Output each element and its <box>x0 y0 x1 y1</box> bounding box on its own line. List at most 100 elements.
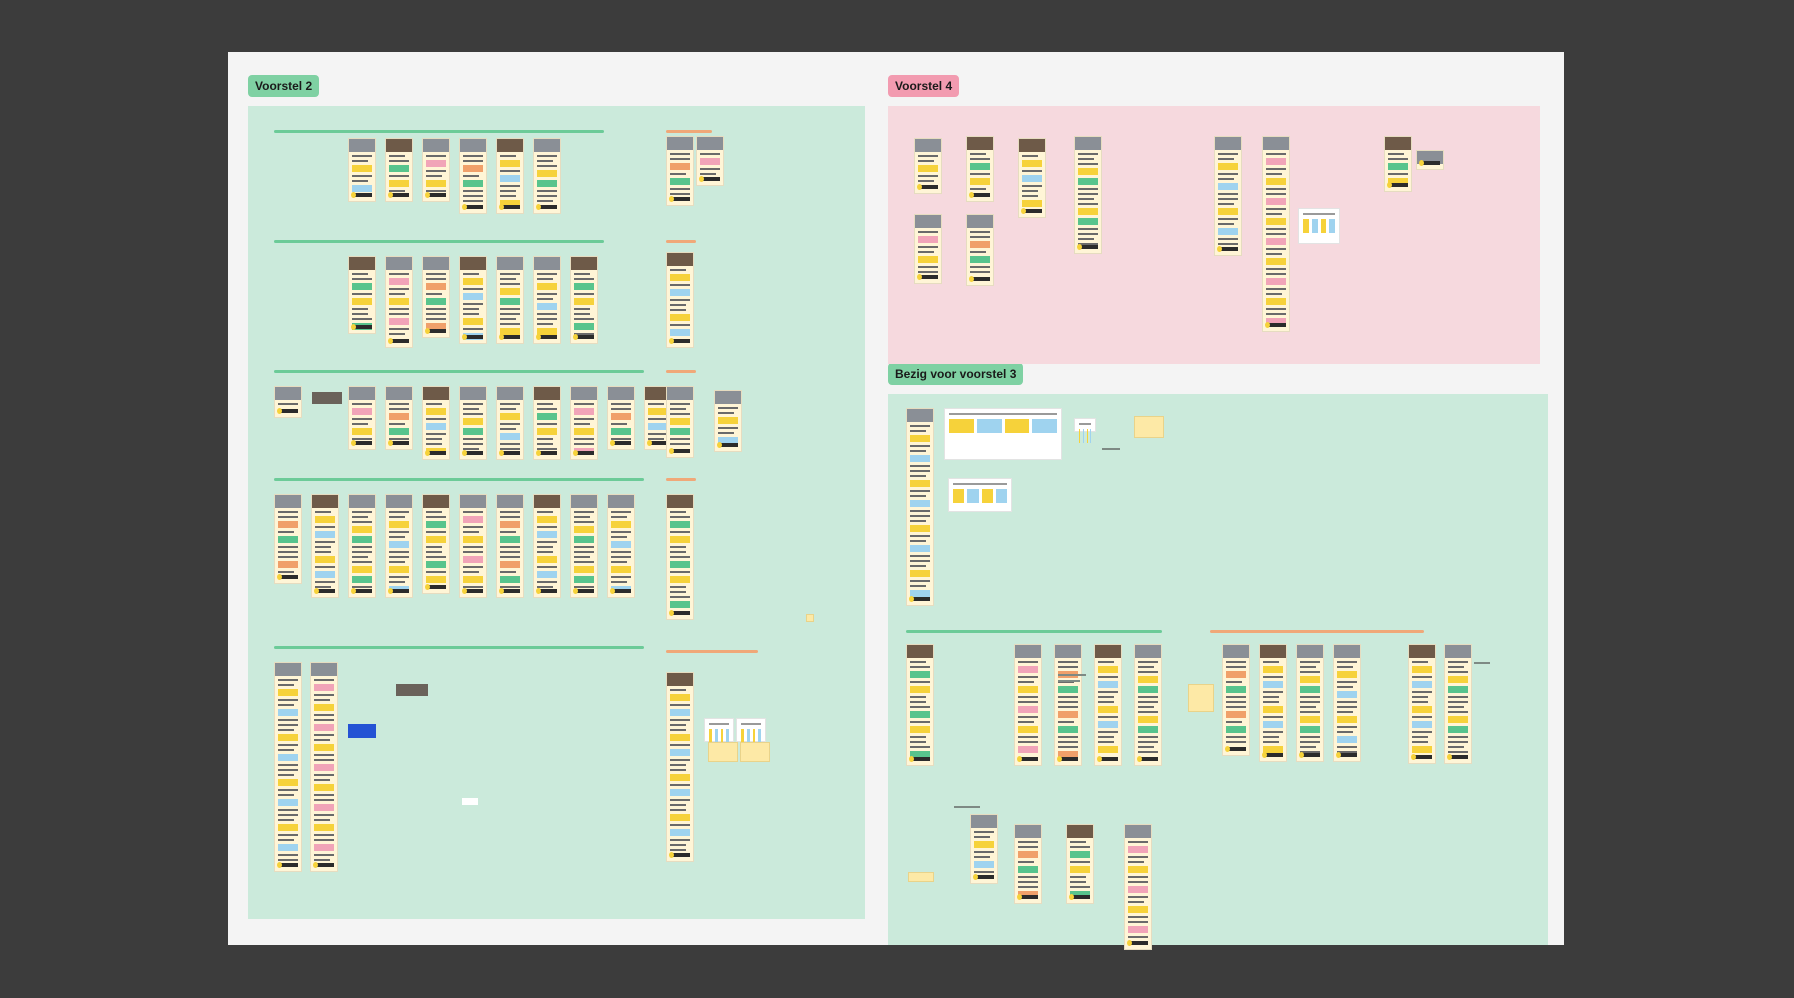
content-block <box>500 576 520 583</box>
screen-frame[interactable] <box>966 214 994 286</box>
screen-frame[interactable] <box>1296 644 1324 762</box>
screen-frame[interactable] <box>607 386 635 450</box>
component-card[interactable] <box>736 718 766 743</box>
screen-frame[interactable] <box>666 136 694 206</box>
screen-frame[interactable] <box>459 256 487 344</box>
screen-frame[interactable] <box>666 494 694 620</box>
screen-frame[interactable] <box>348 386 376 450</box>
screen-frame[interactable] <box>1134 644 1162 766</box>
screen-frame[interactable] <box>385 138 413 202</box>
screen-frame[interactable] <box>906 408 934 606</box>
sticky-note[interactable] <box>908 872 934 882</box>
screen-frame[interactable] <box>570 494 598 598</box>
screen-frame[interactable] <box>1014 824 1042 904</box>
screen-frame[interactable] <box>422 256 450 338</box>
highlight-block[interactable] <box>348 724 376 738</box>
screen-frame[interactable] <box>274 662 302 872</box>
screen-frame[interactable] <box>422 138 450 202</box>
screen-frame[interactable] <box>1066 824 1094 904</box>
screen-frame[interactable] <box>311 494 339 598</box>
hero-image <box>460 495 486 508</box>
image-thumbnail[interactable] <box>396 684 428 696</box>
screen-frame[interactable] <box>1054 644 1082 766</box>
screen-frame[interactable] <box>666 252 694 348</box>
sticky-note[interactable] <box>740 742 770 762</box>
screen-frame[interactable] <box>1018 138 1046 218</box>
screen-frame[interactable] <box>496 256 524 344</box>
component-card[interactable] <box>944 408 1062 460</box>
content-block <box>463 536 483 543</box>
section-tag-voorstel-2[interactable]: Voorstel 2 <box>248 75 320 97</box>
screen-frame[interactable] <box>966 136 994 202</box>
component-card[interactable] <box>948 478 1012 512</box>
screen-frame[interactable] <box>1333 644 1361 762</box>
component-card[interactable] <box>704 718 734 743</box>
section-voorstel-4[interactable] <box>888 106 1540 364</box>
screen-frame[interactable] <box>533 494 561 598</box>
screen-frame[interactable] <box>1124 824 1152 950</box>
screen-frame[interactable] <box>274 494 302 584</box>
screen-frame[interactable] <box>914 214 942 284</box>
screen-frame[interactable] <box>666 672 694 862</box>
screen-frame[interactable] <box>570 386 598 460</box>
section-tag-bezig-voorstel-3[interactable]: Bezig voor voorstel 3 <box>888 363 1024 385</box>
brand-logo-icon <box>499 334 520 340</box>
screen-frame[interactable] <box>666 386 694 458</box>
screen-frame[interactable] <box>1384 136 1412 192</box>
screen-frame[interactable] <box>274 386 302 418</box>
screen-frame[interactable] <box>1014 644 1042 766</box>
screen-frame[interactable] <box>459 494 487 598</box>
image-thumbnail[interactable] <box>312 392 342 404</box>
screen-frame[interactable] <box>533 138 561 214</box>
text-label-block[interactable] <box>462 798 478 805</box>
screen-frame[interactable] <box>459 386 487 460</box>
screen-frame[interactable] <box>496 138 524 214</box>
screen-frame[interactable] <box>422 386 450 460</box>
screen-frame[interactable] <box>1259 644 1287 762</box>
sticky-note[interactable] <box>708 742 738 762</box>
screen-frame[interactable] <box>714 390 742 452</box>
content-block <box>1218 228 1238 235</box>
content-block <box>970 236 990 238</box>
screen-frame[interactable] <box>1214 136 1242 256</box>
screen-frame[interactable] <box>533 386 561 460</box>
screen-frame[interactable] <box>348 494 376 598</box>
screen-frame[interactable] <box>570 256 598 344</box>
screen-frame[interactable] <box>696 136 724 186</box>
design-canvas[interactable]: Voorstel 2 Voorstel 4 Bezig voor voorste… <box>228 52 1564 950</box>
screen-frame[interactable] <box>348 138 376 202</box>
screen-frame[interactable] <box>310 662 338 872</box>
screen-frame[interactable] <box>1444 644 1472 764</box>
component-card[interactable] <box>1074 418 1096 443</box>
screen-frame[interactable] <box>906 644 934 766</box>
screen-frame[interactable] <box>970 814 998 884</box>
screen-frame[interactable] <box>1094 644 1122 766</box>
content-block <box>352 160 368 162</box>
sticky-note[interactable] <box>1188 684 1214 712</box>
screen-frame[interactable] <box>496 494 524 598</box>
screen-frame[interactable] <box>348 256 376 334</box>
screen-frame[interactable] <box>1074 136 1102 254</box>
sticky-note[interactable] <box>806 614 814 622</box>
hero-image <box>386 495 412 508</box>
screen-frame[interactable] <box>914 138 942 194</box>
section-tag-voorstel-4[interactable]: Voorstel 4 <box>888 75 960 97</box>
screen-frame[interactable] <box>422 494 450 594</box>
screen-frame[interactable] <box>459 138 487 214</box>
content-block <box>389 403 409 405</box>
screen-frame[interactable] <box>496 386 524 460</box>
screen-frame[interactable] <box>607 494 635 598</box>
screen-frame[interactable] <box>1408 644 1436 764</box>
screen-frame[interactable] <box>385 256 413 348</box>
content-block <box>648 403 664 405</box>
component-card[interactable] <box>1298 208 1340 244</box>
screen-frame[interactable] <box>1222 644 1250 756</box>
sticky-note[interactable] <box>1134 416 1164 438</box>
screen-frame[interactable] <box>1416 150 1444 170</box>
screen-frame[interactable] <box>385 494 413 598</box>
screen-frame[interactable] <box>1262 136 1290 332</box>
section-bezig-voorstel-3[interactable] <box>888 394 1548 950</box>
screen-frame[interactable] <box>533 256 561 344</box>
section-voorstel-2[interactable] <box>248 106 865 919</box>
screen-frame[interactable] <box>385 386 413 450</box>
